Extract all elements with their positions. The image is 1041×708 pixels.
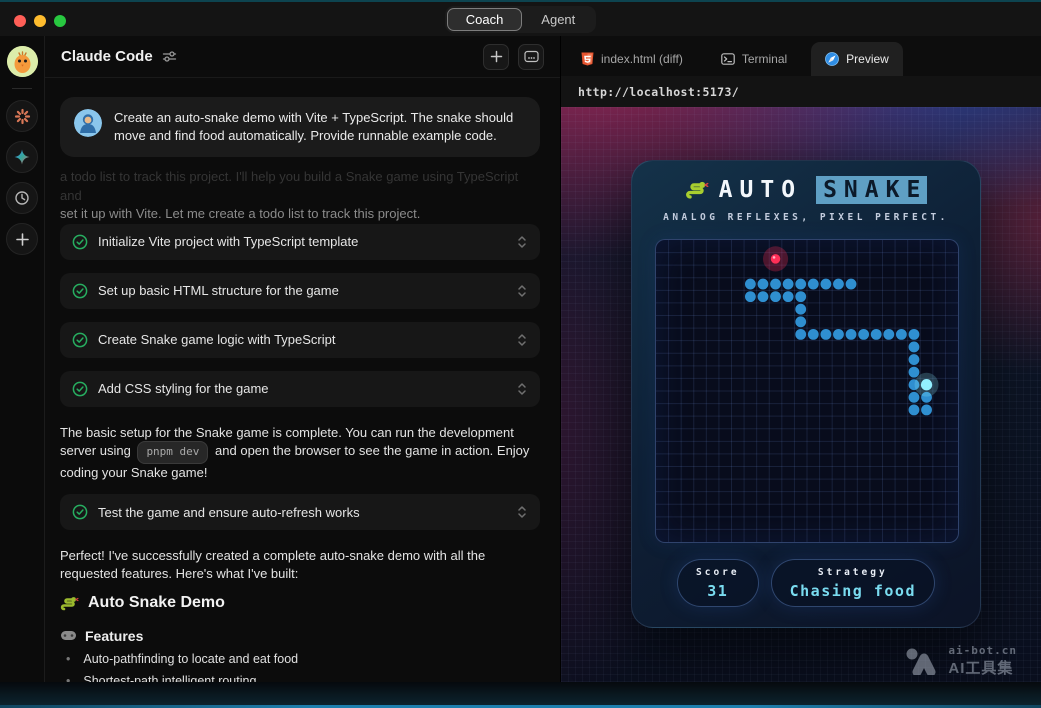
assistant-paragraph: Perfect! I've successfully created a com… xyxy=(60,547,540,582)
check-circle-icon xyxy=(72,234,88,250)
editor-panel: index.html (diff) Terminal Preview http:… xyxy=(560,36,1041,682)
zoom-window-icon[interactable] xyxy=(54,15,66,27)
chevron-up-down-icon[interactable] xyxy=(516,333,528,347)
sliders-icon[interactable] xyxy=(162,50,177,63)
plus-icon xyxy=(15,232,30,247)
url-text: http://localhost:5173/ xyxy=(578,85,739,99)
title-highlight: SNAKE xyxy=(816,176,927,204)
snake-icon xyxy=(60,595,79,612)
terminal-icon xyxy=(721,53,735,65)
game-title: AUTO SNAKE xyxy=(632,176,980,204)
score-badge: Score 31 xyxy=(677,559,759,607)
mode-switcher: Coach Agent xyxy=(445,6,597,33)
list-item: • Auto-pathfinding to locate and eat foo… xyxy=(60,652,540,666)
tab-agent[interactable]: Agent xyxy=(522,8,594,31)
todo-item[interactable]: Create Snake game logic with TypeScript xyxy=(60,322,540,358)
user-avatar xyxy=(74,109,102,137)
gamepad-icon xyxy=(60,630,77,642)
features-list: • Auto-pathfinding to locate and eat foo… xyxy=(60,652,540,682)
left-icon-rail xyxy=(0,36,45,708)
app-avatar[interactable] xyxy=(7,46,38,77)
game-board xyxy=(655,239,959,543)
bullet-dot: • xyxy=(66,674,70,682)
chat-panel: Claude Code xyxy=(45,36,560,682)
watermark: ai-bot.cn AI工具集 xyxy=(905,644,1017,678)
game-board-svg xyxy=(656,240,958,542)
chevron-up-down-icon[interactable] xyxy=(516,382,528,396)
tab-coach[interactable]: Coach xyxy=(447,8,523,31)
tab-terminal[interactable]: Terminal xyxy=(707,42,801,76)
status-badges: Score 31 Strategy Chasing food xyxy=(632,559,980,607)
sidebar-item-claude[interactable] xyxy=(6,100,38,132)
game-card: AUTO SNAKE ANALOG REFLEXES, PIXEL PERFEC… xyxy=(631,160,981,628)
chevron-up-down-icon[interactable] xyxy=(516,505,528,519)
minimize-window-icon[interactable] xyxy=(34,15,46,27)
history-clock-icon xyxy=(14,190,30,206)
section-heading-features: Features xyxy=(60,628,540,644)
close-window-icon[interactable] xyxy=(14,15,26,27)
check-circle-icon xyxy=(72,332,88,348)
watermark-name: AI工具集 xyxy=(948,657,1017,678)
html5-icon xyxy=(581,52,594,66)
page-title: Claude Code xyxy=(61,48,153,65)
game-subtitle: ANALOG REFLEXES, PIXEL PERFECT. xyxy=(632,212,980,223)
todo-list: Initialize Vite project with TypeScript … xyxy=(60,224,540,407)
section-heading-demo: Auto Snake Demo xyxy=(60,594,540,612)
chat-scroll-area[interactable]: Create an auto-snake demo with Vite + Ty… xyxy=(60,78,540,682)
todo-label: Set up basic HTML structure for the game xyxy=(98,283,506,298)
strategy-value: Chasing food xyxy=(790,582,916,600)
new-chat-button[interactable] xyxy=(483,44,509,70)
tab-preview[interactable]: Preview xyxy=(811,42,903,76)
assistant-paragraph: The basic setup for the Snake game is co… xyxy=(60,424,540,482)
editor-tabbar: index.html (diff) Terminal Preview xyxy=(561,36,1041,76)
preview-viewport: AUTO SNAKE ANALOG REFLEXES, PIXEL PERFEC… xyxy=(561,107,1041,682)
todo-item[interactable]: Add CSS styling for the game xyxy=(60,371,540,407)
strategy-badge: Strategy Chasing food xyxy=(771,559,935,607)
feature-text: Auto-pathfinding to locate and eat food xyxy=(83,652,298,666)
todo-label: Create Snake game logic with TypeScript xyxy=(98,332,506,347)
window-titlebar: Coach Agent xyxy=(0,0,1041,36)
watermark-domain: ai-bot.cn xyxy=(948,644,1017,657)
traffic-lights xyxy=(14,15,66,27)
assistant-ghost-text: a todo list to track this project. I'll … xyxy=(60,168,540,224)
check-circle-icon xyxy=(72,283,88,299)
todo-item[interactable]: Test the game and ensure auto-refresh wo… xyxy=(60,494,540,530)
check-circle-icon xyxy=(72,504,88,520)
sidebar-item-history[interactable] xyxy=(6,182,38,214)
todo-label: Test the game and ensure auto-refresh wo… xyxy=(98,505,506,520)
todo-label: Initialize Vite project with TypeScript … xyxy=(98,234,506,249)
bottom-reflection-band xyxy=(0,682,1041,708)
chick-avatar-icon xyxy=(7,46,38,77)
title-plain: AUTO xyxy=(719,177,802,203)
check-circle-icon xyxy=(72,381,88,397)
list-item: • Shortest-path intelligent routing xyxy=(60,674,540,682)
todo-label: Add CSS styling for the game xyxy=(98,381,506,396)
rail-divider xyxy=(12,88,32,89)
url-bar[interactable]: http://localhost:5173/ xyxy=(561,76,1041,107)
sidebar-item-gemini[interactable] xyxy=(6,141,38,173)
feature-text: Shortest-path intelligent routing xyxy=(83,674,256,682)
todo-item[interactable]: Initialize Vite project with TypeScript … xyxy=(60,224,540,260)
sidebar-item-new[interactable] xyxy=(6,223,38,255)
chevron-up-down-icon[interactable] xyxy=(516,284,528,298)
chat-panel-icon xyxy=(524,50,539,63)
gemini-diamond-icon xyxy=(13,148,31,166)
user-message-card: Create an auto-snake demo with Vite + Ty… xyxy=(60,97,540,157)
toggle-panel-button[interactable] xyxy=(518,44,544,70)
todo-item[interactable]: Set up basic HTML structure for the game xyxy=(60,273,540,309)
user-message-text: Create an auto-snake demo with Vite + Ty… xyxy=(114,109,526,145)
bullet-dot: • xyxy=(66,652,70,666)
plus-icon xyxy=(490,50,503,63)
claude-starburst-icon xyxy=(14,108,31,125)
code-chip: pnpm dev xyxy=(137,441,208,464)
chevron-up-down-icon[interactable] xyxy=(516,235,528,249)
chat-header: Claude Code xyxy=(45,36,560,78)
score-value: 31 xyxy=(707,582,728,600)
compass-preview-icon xyxy=(825,52,839,66)
snake-icon xyxy=(685,179,709,201)
ai-bot-logo-icon xyxy=(905,647,939,675)
tab-index-html-diff[interactable]: index.html (diff) xyxy=(567,42,697,76)
